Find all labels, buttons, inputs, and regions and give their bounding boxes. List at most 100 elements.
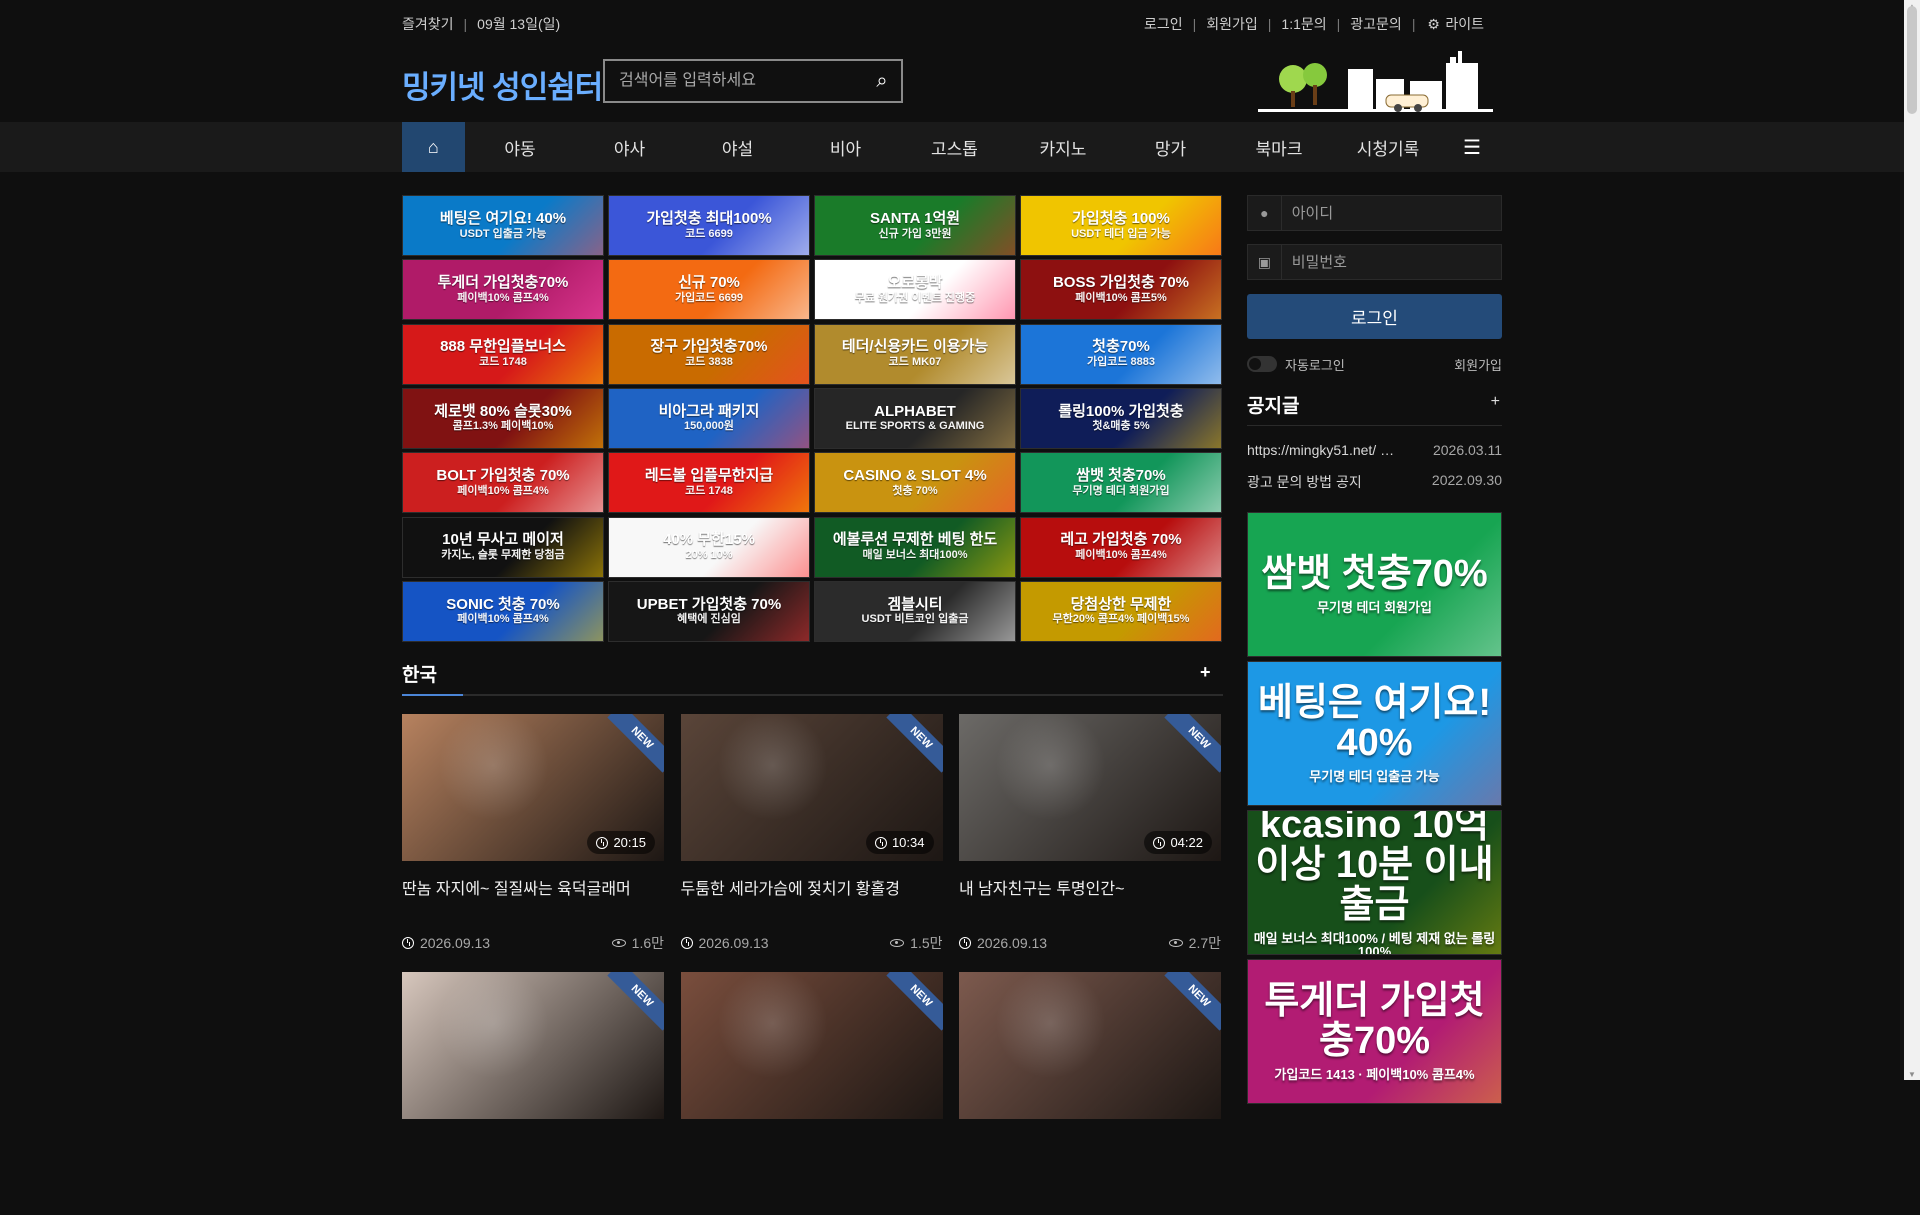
video-card[interactable]: NEW (959, 972, 1221, 1215)
login-link[interactable]: 로그인 (1144, 14, 1183, 34)
video-date-wrap: 2026.09.13 (402, 935, 490, 951)
ad-banner-main: 에볼루션 무제한 베팅 한도 (832, 531, 998, 549)
ad-banner[interactable]: 가입첫충 최대100% 코드 6699 (608, 195, 810, 256)
ad-banner-sub: 페이백10% 콤프4% (1075, 549, 1167, 562)
ad-banner[interactable]: 롤링100% 가입첫충 첫&매충 5% (1020, 387, 1222, 449)
ad-banner-text: 장구 가입첫충70% 코드 3838 (651, 339, 768, 368)
eye-icon (1168, 939, 1183, 947)
search-input[interactable] (605, 61, 901, 101)
top-separator: | (1411, 16, 1416, 32)
section-more-button[interactable]: + (1200, 662, 1211, 683)
video-views: 1.5만 (910, 935, 943, 951)
clock-icon (596, 836, 609, 849)
ad-inquiry-link[interactable]: 광고문의 (1350, 14, 1402, 34)
nav-item-casino[interactable]: 카지노 (1009, 122, 1117, 172)
menu-button[interactable]: ☰ (1442, 122, 1502, 172)
notice-more-button[interactable]: + (1491, 393, 1500, 411)
sidebar-ad-banner[interactable]: 투게더 가입첫충70% 가입코드 1413 · 페이백10% 콤프4% (1247, 959, 1502, 1104)
auto-login-toggle[interactable] (1247, 356, 1277, 372)
site-logo[interactable]: 밍키넷 성인쉼터 (402, 62, 603, 107)
home-button[interactable]: ⌂ (402, 122, 465, 172)
search-button[interactable]: ⌕ (863, 61, 901, 101)
ad-banner-sub: 매일 보너스 최대100% (862, 549, 968, 562)
sidebar-ad-banner[interactable]: 쌈뱃 첫충70% 무기명 테더 회원가입 (1247, 512, 1502, 657)
ad-banner[interactable]: 베팅은 여기요! 40% USDT 입출금 가능 (402, 195, 604, 256)
notice-title-1: https://mingky51.net/ … (1247, 442, 1395, 458)
id-input[interactable] (1281, 196, 1501, 230)
nav-item-manga[interactable]: 망가 (1117, 122, 1225, 172)
ad-banner[interactable]: SANTA 1억원 신규 가입 3만원 (814, 195, 1016, 256)
video-card[interactable]: NEW (402, 972, 664, 1215)
nav-item-gostop[interactable]: 고스톱 (900, 122, 1010, 172)
ad-banner[interactable]: 오로롱박 무료 원가권 이벤트 진행중 (814, 259, 1016, 321)
video-title[interactable]: 두툼한 세라가슴에 젖치기 황홀경 (681, 875, 943, 899)
ad-banner[interactable]: 쌈뱃 첫충70% 무기명 테더 회원가입 (1020, 452, 1222, 514)
notice-row-2[interactable]: 광고 문의 방법 공지 2022.09.30 (1247, 472, 1502, 492)
ad-banner[interactable]: 장구 가입첫충70% 코드 3838 (608, 323, 810, 385)
ad-banner[interactable]: SONIC 첫충 70% 페이백10% 콤프4% (402, 580, 604, 642)
ad-banner[interactable]: ALPHABET ELITE SPORTS & GAMING (814, 387, 1016, 449)
signup-link[interactable]: 회원가입 (1206, 14, 1258, 34)
ad-banner[interactable]: 레고 가입첫충 70% 페이백10% 콤프4% (1020, 516, 1222, 578)
top-left-links: 즐겨찾기 | 09월 13일(일) (402, 14, 560, 34)
ad-banner[interactable]: 당첨상한 무제한 무한20% 콤프4% 페이백15% (1020, 580, 1222, 642)
video-card[interactable]: NEW (680, 972, 943, 1215)
sidebar-signup-link[interactable]: 회원가입 (1454, 355, 1502, 374)
bookmark-link[interactable]: 즐겨찾기 (402, 14, 454, 34)
scroll-down-arrow-icon[interactable]: ▼ (1908, 1070, 1916, 1079)
video-thumbnail[interactable]: NEW 04:22 (959, 714, 1221, 861)
video-thumbnail[interactable]: NEW 20:15 (402, 714, 664, 861)
video-title[interactable]: 내 남자친구는 투명인간~ (959, 875, 1221, 899)
ad-banner[interactable]: BOLT 가입첫충 70% 페이백10% 콤프4% (402, 452, 604, 514)
top-separator: | (1192, 16, 1197, 32)
video-card[interactable]: NEW 20:15 딴놈 자지에~ 질질싸는 육덕글래머 2026.09.13 … (402, 714, 664, 957)
notice-row-1[interactable]: https://mingky51.net/ … 2026.03.11 (1247, 442, 1502, 458)
video-card[interactable]: NEW 04:22 내 남자친구는 투명인간~ 2026.09.13 2.7만 (959, 714, 1221, 957)
ad-banner[interactable]: BOSS 가입첫충 70% 페이백10% 콤프5% (1020, 259, 1222, 321)
video-thumbnail[interactable]: NEW 10:34 (680, 714, 943, 861)
ad-banner[interactable]: 비아그라 패키지 150,000원 (608, 387, 810, 449)
one-on-one-link[interactable]: 1:1문의 (1281, 14, 1326, 34)
ad-banner[interactable]: CASINO & SLOT 4% 첫충 70% (814, 452, 1016, 514)
password-input[interactable] (1281, 245, 1501, 279)
ad-banner-text: CASINO & SLOT 4% 첫충 70% (843, 468, 986, 497)
ad-banner-sub: 첫충 70% (892, 484, 938, 497)
ad-banner-sub: 가입코드 6699 (674, 291, 743, 304)
ad-banner-main: 당첨상한 무제한 (1070, 595, 1172, 613)
nav-item-bookmark[interactable]: 북마크 (1224, 122, 1334, 172)
ad-banner[interactable]: 제로뱃 80% 슬롯30% 콤프1.3% 페이백10% (402, 387, 604, 449)
ad-banner[interactable]: 레드볼 입플무한지급 코드 1748 (608, 452, 810, 514)
ad-banner[interactable]: 가입첫충 100% USDT 테더 입금 가능 (1020, 195, 1222, 256)
sidebar-ad-banner[interactable]: kcasino 10억 이상 10분 이내 출금 매일 보너스 최대100% /… (1247, 810, 1502, 955)
ad-banner[interactable]: 테더/신용카드 이용가능 코드 MK07 (814, 323, 1016, 385)
nav-item-bia[interactable]: 비아 (791, 122, 900, 172)
ad-banner[interactable]: 첫충70% 가입코드 8883 (1020, 323, 1222, 385)
auto-login-toggle-wrap[interactable]: 자동로그인 (1247, 355, 1345, 374)
nav-item-yadong[interactable]: 야동 (465, 122, 576, 172)
nav-item-yasa[interactable]: 야사 (575, 122, 684, 172)
login-button[interactable]: 로그인 (1247, 294, 1502, 339)
ad-banner-main: CASINO & SLOT 4% (843, 467, 987, 485)
video-thumbnail[interactable]: NEW (402, 972, 664, 1119)
light-mode-link[interactable]: ⚙ 라이트 (1425, 14, 1484, 34)
scroll-thumb[interactable] (1907, 6, 1917, 114)
nav-item-yaseol[interactable]: 야설 (684, 122, 792, 172)
ad-banner[interactable]: 40% 무한15% 20% 10% (608, 516, 810, 578)
ad-banner[interactable]: 신규 70% 가입코드 6699 (608, 259, 810, 321)
page-scrollbar[interactable]: ▲ ▼ (1904, 0, 1920, 1080)
sidebar-ad-text: kcasino 10억 이상 10분 이내 출금 매일 보너스 최대100% /… (1248, 811, 1501, 954)
sidebar-ad-text: 투게더 가입첫충70% 가입코드 1413 · 페이백10% 콤프4% (1248, 981, 1501, 1081)
nav-item-history[interactable]: 시청기록 (1334, 122, 1443, 172)
video-thumbnail[interactable]: NEW (959, 972, 1221, 1119)
ad-banner[interactable]: 888 무한입플보너스 코드 1748 (402, 323, 604, 385)
ad-banner[interactable]: 겜블시티 USDT 비트코인 입출금 (814, 580, 1016, 642)
video-title[interactable]: 딴놈 자지에~ 질질싸는 육덕글래머 (402, 875, 664, 899)
video-thumbnail[interactable]: NEW (680, 972, 943, 1119)
ad-banner[interactable]: 10년 무사고 메이저 카지노, 슬롯 무제한 당첨금 (402, 516, 604, 578)
sidebar-ad-banner[interactable]: 베팅은 여기요! 40% 무기명 테더 입출금 가능 (1247, 661, 1502, 806)
ad-banner-text: 비아그라 패키지 150,000원 (659, 403, 760, 433)
ad-banner[interactable]: 에볼루션 무제한 베팅 한도 매일 보너스 최대100% (814, 516, 1016, 578)
ad-banner[interactable]: UPBET 가입첫충 70% 혜택에 진심임 (608, 580, 810, 642)
video-card[interactable]: NEW 10:34 두툼한 세라가슴에 젖치기 황홀경 2026.09.13 1… (680, 714, 943, 957)
ad-banner[interactable]: 투게더 가입첫충70% 페이백10% 콤프4% (402, 259, 604, 321)
